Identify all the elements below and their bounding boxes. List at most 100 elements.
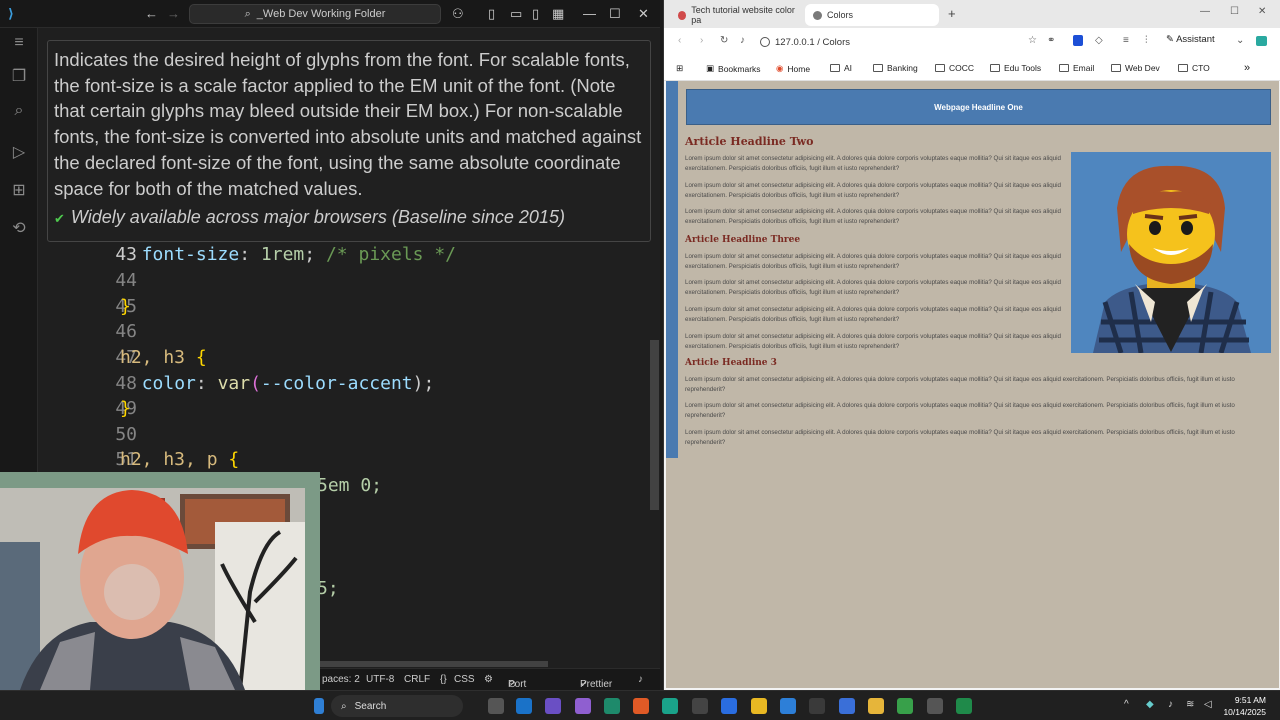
settings-icon[interactable]: ⚙ bbox=[484, 674, 493, 685]
forward-arrow-icon[interactable]: → bbox=[167, 6, 180, 21]
toggle-panel-icon[interactable]: ▭ bbox=[510, 6, 522, 22]
eol-status[interactable]: CRLF bbox=[404, 674, 430, 685]
sidebar-toggle-icon[interactable] bbox=[1256, 36, 1267, 46]
folder-icon bbox=[830, 64, 840, 72]
code-line-43[interactable]: font-size: 1rem; /* pixels */ bbox=[120, 244, 456, 265]
tab-colors[interactable]: Colors bbox=[805, 4, 939, 26]
code-line-52-partial[interactable]: 5em 0; bbox=[317, 475, 382, 496]
bookmark-folder-web-dev[interactable]: Web Dev bbox=[1111, 63, 1160, 73]
teams-app-icon[interactable] bbox=[545, 698, 561, 714]
code-line-55-partial[interactable]: 5; bbox=[317, 578, 339, 599]
maximize-icon[interactable]: ☐ bbox=[1230, 6, 1239, 17]
extension-shield-icon[interactable] bbox=[1073, 35, 1083, 46]
show-hidden-icons-icon[interactable]: ^ bbox=[1124, 699, 1129, 710]
back-icon[interactable]: ‹ bbox=[678, 35, 681, 46]
bookmark-folder-banking[interactable]: Banking bbox=[873, 63, 918, 73]
app-icon[interactable] bbox=[692, 698, 708, 714]
reload-icon[interactable]: ↻ bbox=[720, 35, 728, 46]
system-clock[interactable]: 9:51 AM 10/14/2025 bbox=[1223, 694, 1266, 718]
bookmark-home[interactable]: ◉ Home bbox=[776, 63, 810, 74]
customize-layout-icon[interactable]: ▦ bbox=[552, 6, 564, 22]
code-line-49[interactable]: } bbox=[120, 398, 131, 419]
extensions-icon[interactable]: ⊞ bbox=[9, 180, 29, 200]
new-tab-icon[interactable]: + bbox=[948, 6, 956, 21]
star-icon[interactable]: ☆ bbox=[1028, 35, 1037, 46]
notifications-icon[interactable]: ♪ bbox=[638, 674, 643, 685]
article-paragraph: Lorem ipsum dolor sit amet consectetur a… bbox=[685, 333, 1061, 350]
vscode-logo-icon: ⟩ bbox=[8, 6, 14, 21]
copilot-icon[interactable]: ⚇ bbox=[452, 6, 464, 22]
encoding-status[interactable]: UTF-8 bbox=[366, 674, 394, 685]
app-icon[interactable] bbox=[897, 698, 913, 714]
menu-icon[interactable]: ≡ bbox=[9, 34, 29, 54]
bookmarks-bar: ⊞ ▣ Bookmarks ◉ Home AI Banking COCC Edu T… bbox=[664, 56, 1280, 81]
remote-icon[interactable]: ⟲ bbox=[9, 218, 29, 238]
network-app-icon[interactable]: ◆ bbox=[1146, 699, 1154, 710]
link-icon[interactable]: ⚭ bbox=[1047, 35, 1055, 46]
microphone-icon[interactable]: ♪ bbox=[740, 35, 745, 46]
webcam-person-image bbox=[0, 472, 320, 690]
task-view-icon[interactable] bbox=[488, 698, 504, 714]
article-paragraph: Lorem ipsum dolor sit amet consectetur a… bbox=[685, 253, 1061, 270]
minimize-icon[interactable]: — bbox=[1200, 6, 1210, 17]
toggle-secondary-sidebar-icon[interactable]: ▯ bbox=[532, 6, 539, 22]
explorer-icon[interactable]: ❐ bbox=[9, 66, 29, 86]
tab-tech-tutorial[interactable]: Tech tutorial website color pa bbox=[670, 4, 798, 26]
forward-icon[interactable]: › bbox=[700, 35, 703, 46]
app-icon[interactable] bbox=[721, 698, 737, 714]
folder-icon bbox=[1059, 64, 1069, 72]
app-icon[interactable] bbox=[839, 698, 855, 714]
close-icon[interactable]: ✕ bbox=[638, 6, 649, 22]
menu-lines-icon[interactable]: ≡ bbox=[1123, 35, 1129, 46]
taskbar-search[interactable]: ⌕ Search bbox=[331, 695, 463, 717]
back-arrow-icon[interactable]: ← bbox=[145, 6, 158, 21]
bookmark-folder-email[interactable]: Email bbox=[1059, 63, 1094, 73]
brave-browser-icon[interactable] bbox=[633, 698, 649, 714]
page-headline-one: Webpage Headline One bbox=[686, 89, 1271, 125]
language-mode[interactable]: CSS bbox=[454, 674, 475, 685]
edge-browser-icon[interactable] bbox=[662, 698, 678, 714]
excel-icon[interactable] bbox=[956, 698, 972, 714]
chevron-down-icon[interactable]: ⌄ bbox=[1236, 35, 1244, 46]
app-icon[interactable] bbox=[604, 698, 620, 714]
command-center-search[interactable]: ⌕ _Web Dev Working Folder bbox=[189, 4, 441, 24]
mail-app-icon[interactable] bbox=[516, 698, 532, 714]
apps-grid-icon[interactable]: ⊞ bbox=[676, 63, 683, 74]
article-paragraph: Lorem ipsum dolor sit amet consectetur a… bbox=[685, 306, 1061, 323]
bookmark-folder-cocc[interactable]: COCC bbox=[935, 63, 974, 73]
chrome-browser-icon[interactable] bbox=[751, 698, 767, 714]
app-icon[interactable] bbox=[927, 698, 943, 714]
wifi-icon[interactable]: ≋ bbox=[1186, 699, 1194, 710]
code-line-45[interactable]: } bbox=[120, 296, 131, 317]
assistant-button[interactable]: ✎ Assistant bbox=[1166, 34, 1215, 45]
start-button-icon[interactable] bbox=[314, 698, 324, 714]
bookmark-folder-edu-tools[interactable]: Edu Tools bbox=[990, 63, 1041, 73]
extensions-icon[interactable]: ◇ bbox=[1095, 35, 1103, 46]
app-icon[interactable] bbox=[809, 698, 825, 714]
app-icon[interactable] bbox=[575, 698, 591, 714]
maximize-icon[interactable]: ☐ bbox=[609, 6, 621, 22]
more-bookmarks-icon[interactable]: » bbox=[1244, 62, 1250, 74]
vscode-taskbar-icon[interactable] bbox=[780, 698, 796, 714]
microphone-icon[interactable]: ♪ bbox=[1168, 699, 1173, 710]
close-icon[interactable]: ✕ bbox=[1258, 6, 1266, 17]
file-explorer-icon[interactable] bbox=[868, 698, 884, 714]
indentation-status[interactable]: paces: 2 bbox=[322, 674, 360, 685]
vertical-scrollbar[interactable] bbox=[650, 340, 659, 510]
code-line-47[interactable]: h2, h3 { bbox=[120, 347, 207, 368]
search-icon[interactable]: ⌕ bbox=[9, 102, 29, 122]
volume-icon[interactable]: ◁ bbox=[1204, 699, 1212, 710]
code-line-51[interactable]: h2, h3, p { bbox=[120, 449, 239, 470]
address-bar[interactable]: 127.0.0.1 / Colors bbox=[760, 32, 1060, 52]
bookmark-folder-cto[interactable]: CTO bbox=[1178, 63, 1210, 73]
horizontal-scrollbar[interactable] bbox=[320, 661, 548, 667]
site-info-icon[interactable] bbox=[760, 37, 770, 47]
equalizer-icon[interactable]: ⫶ bbox=[1145, 35, 1148, 46]
bookmark-bookmarks[interactable]: ▣ Bookmarks bbox=[706, 63, 761, 74]
toggle-sidebar-icon[interactable]: ▯ bbox=[488, 6, 495, 22]
run-debug-icon[interactable]: ▷ bbox=[9, 142, 29, 162]
bookmark-folder-ai[interactable]: AI bbox=[830, 63, 852, 73]
workspace-name: _Web Dev Working Folder bbox=[256, 8, 386, 20]
minimize-icon[interactable]: — bbox=[583, 6, 596, 21]
code-line-48[interactable]: color: var(--color-accent); bbox=[120, 373, 435, 394]
